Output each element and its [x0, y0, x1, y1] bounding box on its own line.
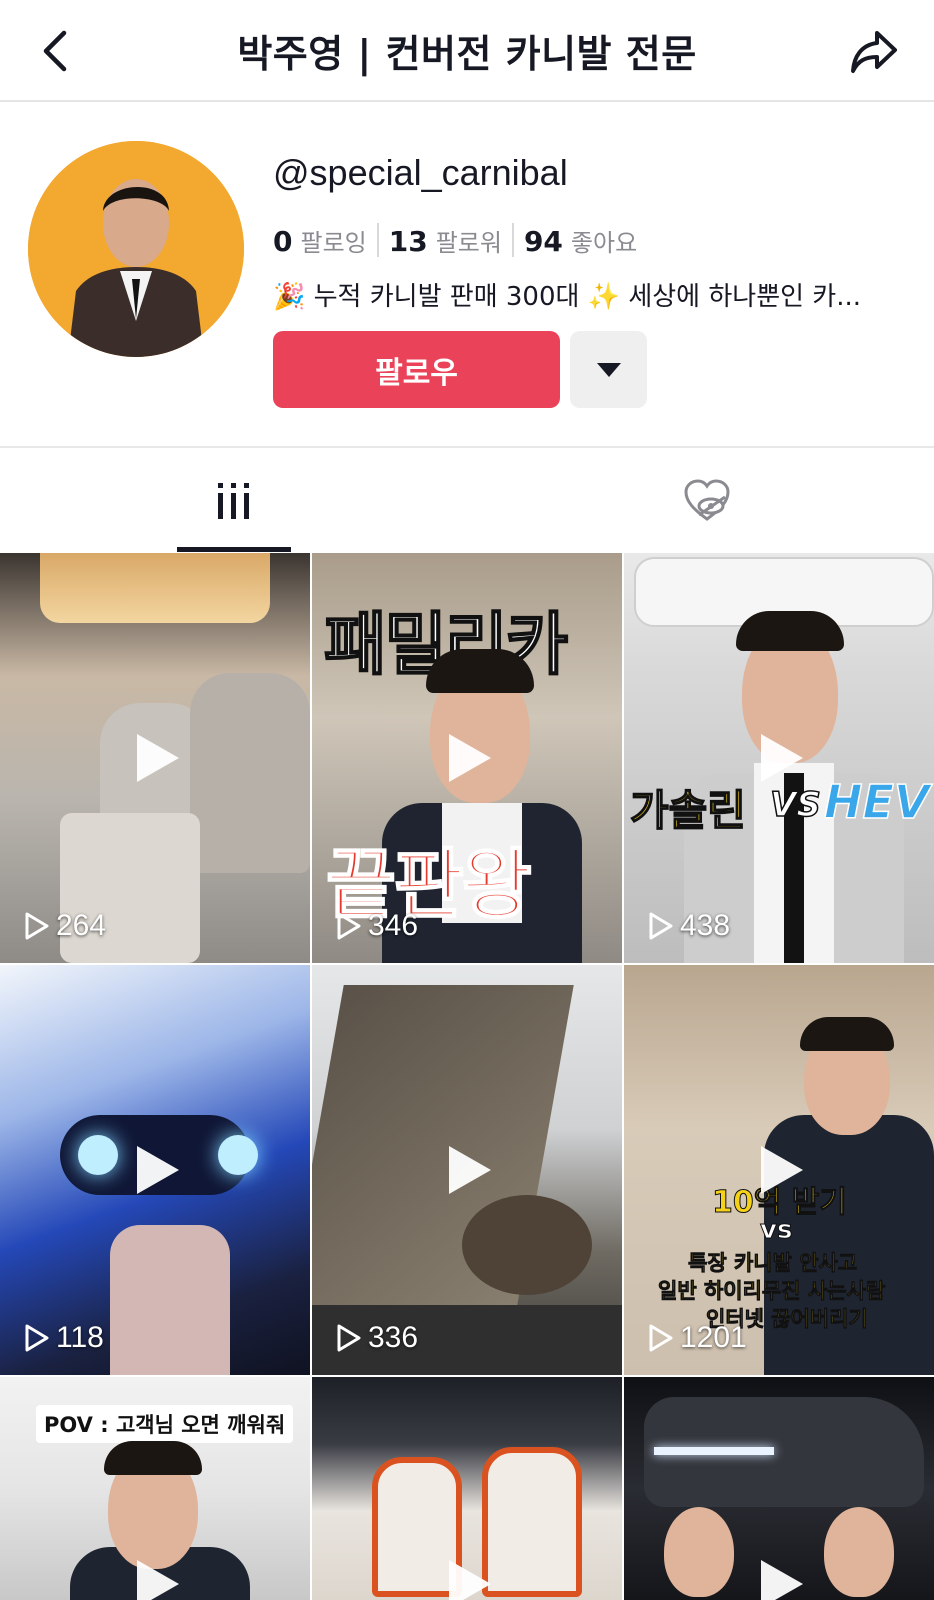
- overlay-left-text: 가솔린: [629, 785, 746, 836]
- video-tile[interactable]: 264: [0, 553, 310, 963]
- play-outline-icon: [25, 912, 49, 940]
- bio[interactable]: 🎉 누적 카니발 판매 300대 ✨ 세상에 하나뿐인 카...: [273, 276, 893, 313]
- followers-count: 13: [388, 224, 428, 258]
- play-icon: [137, 1146, 179, 1194]
- likes-stat: 94 좋아요: [524, 223, 637, 258]
- view-count: 1201: [648, 1321, 747, 1355]
- video-tile[interactable]: 118: [0, 965, 310, 1375]
- divider: [376, 223, 379, 257]
- profile-stats: 0 팔로잉 13 팔로워 94 좋아요: [273, 220, 637, 260]
- play-outline-icon: [649, 912, 673, 940]
- person-face: [664, 1507, 734, 1597]
- person-hair: [736, 611, 844, 651]
- play-icon: [137, 1560, 179, 1600]
- anime-eye-left: [78, 1135, 118, 1175]
- bio-text-1: 누적 카니발 판매 300대: [305, 282, 588, 312]
- boulder: [462, 1195, 592, 1295]
- following-count: 0: [273, 224, 293, 258]
- divider: [511, 223, 514, 257]
- sparkles-icon: ✨: [587, 282, 621, 312]
- ceiling-light: [40, 553, 270, 623]
- play-outline-icon: [337, 1324, 361, 1352]
- person-hair: [104, 1441, 202, 1475]
- seat-right: [190, 673, 310, 873]
- person-face: [824, 1507, 894, 1597]
- overlay-vs-text: VS: [769, 784, 821, 826]
- play-icon: [449, 1146, 491, 1194]
- following-stat[interactable]: 0 팔로잉: [273, 223, 367, 258]
- likes-label: 좋아요: [570, 228, 638, 257]
- headlight: [654, 1447, 774, 1455]
- username: @special_carnibal: [273, 152, 568, 193]
- avatar[interactable]: [28, 141, 244, 357]
- video-tile[interactable]: 336: [312, 965, 622, 1375]
- video-tile[interactable]: 10억 받기 vs 특장 카니발 안사고 일반 하이리무진 사는사람 인터넷 끊…: [624, 965, 934, 1375]
- seat-right: [482, 1447, 582, 1597]
- play-icon: [761, 734, 803, 782]
- grid-bars-icon: [218, 483, 249, 519]
- active-tab-indicator: [177, 547, 291, 552]
- view-count: 336: [336, 1321, 418, 1355]
- video-tile[interactable]: POV : 고객님 오면 깨워줘: [0, 1377, 310, 1600]
- video-tile[interactable]: [312, 1377, 622, 1600]
- person-hair: [426, 649, 534, 693]
- play-icon: [449, 1560, 491, 1600]
- heart-hidden-icon: [684, 479, 730, 521]
- follow-button[interactable]: 팔로우: [273, 331, 560, 408]
- share-arrow-icon: [851, 31, 897, 73]
- play-icon: [761, 1560, 803, 1600]
- avatar-photo: [28, 141, 244, 357]
- overlay-right-text: HEV: [823, 774, 930, 830]
- overlay-line-3: 특장 카니발 안사고: [688, 1251, 858, 1276]
- anime-eye-right: [218, 1135, 258, 1175]
- video-tile[interactable]: [624, 1377, 934, 1600]
- chevron-left-icon: [43, 30, 67, 72]
- overlay-line-2: vs: [759, 1215, 793, 1246]
- play-outline-icon: [649, 1324, 673, 1352]
- play-outline-icon: [337, 912, 361, 940]
- back-button[interactable]: [30, 26, 80, 76]
- play-icon: [137, 734, 179, 782]
- bio-text-2: 세상에 하나뿐인 카...: [620, 282, 862, 312]
- tab-liked[interactable]: [650, 448, 764, 554]
- play-icon: [761, 1146, 803, 1194]
- party-popper-icon: 🎉: [273, 282, 306, 312]
- view-count: 346: [336, 909, 418, 943]
- tab-videos[interactable]: [177, 448, 291, 554]
- profile-tabs: [0, 446, 934, 552]
- play-icon: [449, 734, 491, 782]
- view-count: 438: [648, 909, 730, 943]
- person-hair: [800, 1017, 894, 1051]
- view-count: 264: [24, 909, 106, 943]
- likes-count: 94: [523, 224, 563, 258]
- suggested-accounts-button[interactable]: [570, 331, 647, 408]
- followers-stat[interactable]: 13 팔로워: [389, 223, 502, 258]
- view-count: 118: [24, 1321, 104, 1355]
- followers-label: 팔로워: [435, 228, 502, 257]
- overlay-line-4: 일반 하이리무진 사는사람: [658, 1279, 886, 1304]
- anime-hand: [110, 1225, 230, 1375]
- share-button[interactable]: [846, 24, 902, 80]
- page-title: 박주영 | 컨버전 카니발 전문: [237, 31, 697, 76]
- play-outline-icon: [25, 1324, 49, 1352]
- video-tile[interactable]: 패밀리카 끝판왕 346: [312, 553, 622, 963]
- following-label: 팔로잉: [300, 228, 367, 257]
- pov-caption: POV : 고객님 오면 깨워줘: [36, 1405, 294, 1443]
- top-bar: 박주영 | 컨버전 카니발 전문: [0, 0, 934, 102]
- video-tile[interactable]: 가솔린 VS HEV 438: [624, 553, 934, 963]
- caret-down-icon: [596, 362, 621, 377]
